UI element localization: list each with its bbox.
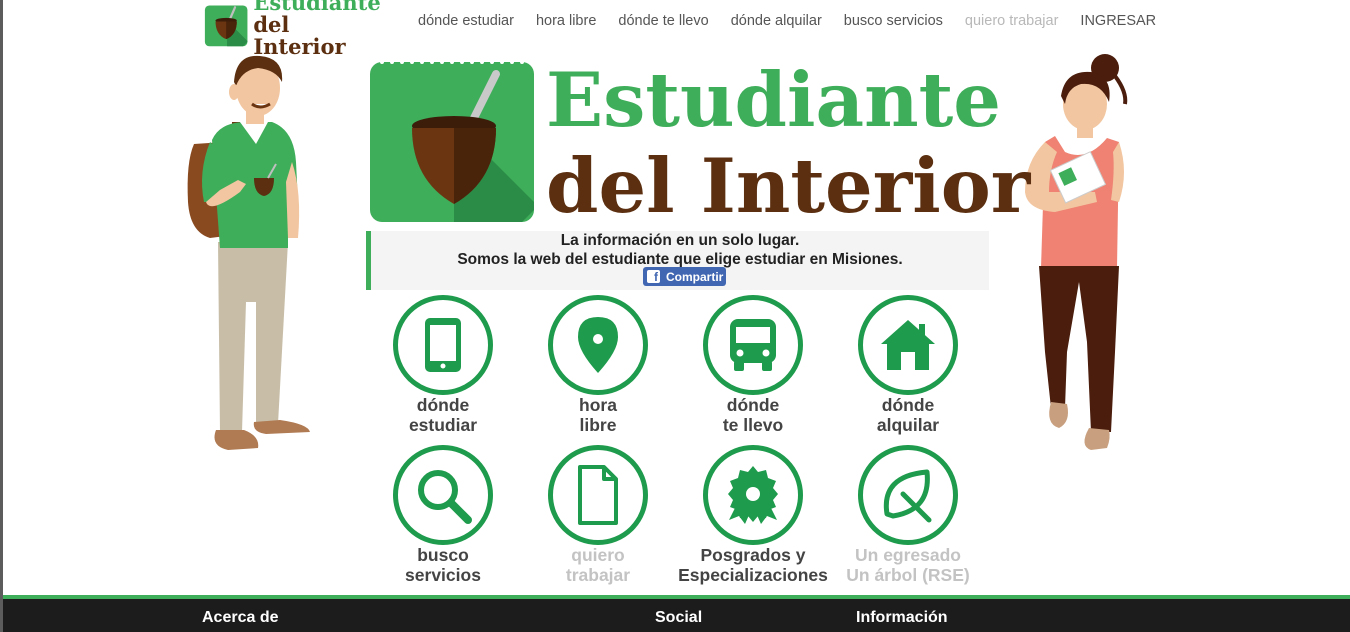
nav-link-donde-te-llevo[interactable]: dónde te llevo xyxy=(607,11,719,31)
tile-label: dónde alquilar xyxy=(876,395,940,435)
mate-logo-icon xyxy=(204,5,248,47)
tile-circle xyxy=(858,295,958,395)
nav-link-ingresar[interactable]: INGRESAR xyxy=(1069,11,1167,31)
female-student-illustration xyxy=(1025,54,1128,450)
top-navbar: Estudiante del Interior dónde estudiar h… xyxy=(0,0,1350,58)
footer: Acerca de Social Información xyxy=(3,599,1350,632)
nav-menu: dónde estudiar hora libre dónde te llevo… xyxy=(407,11,1167,31)
tile-label: quiero trabajar xyxy=(565,545,631,585)
tile-hora-libre[interactable]: hora libre xyxy=(518,295,678,445)
tile-busco-servicios[interactable]: busco servicios xyxy=(363,445,523,595)
tile-un-egresado-un-arbol[interactable]: Un egresado Un árbol (RSE) xyxy=(828,445,988,595)
nav-link-donde-estudiar[interactable]: dónde estudiar xyxy=(407,11,525,31)
tile-posgrados[interactable]: Posgrados y Especializaciones xyxy=(673,445,833,595)
facebook-icon: f xyxy=(647,270,660,284)
nav-link-quiero-trabajar[interactable]: quiero trabajar xyxy=(954,11,1070,31)
nav-logo[interactable]: Estudiante del Interior xyxy=(204,0,384,58)
award-badge-icon xyxy=(728,466,778,524)
male-student-illustration xyxy=(187,55,310,450)
tagline-box: La información en un solo lugar. Somos l… xyxy=(366,231,989,290)
tile-circle xyxy=(703,445,803,545)
tile-circle xyxy=(393,445,493,545)
nav-link-donde-alquilar[interactable]: dónde alquilar xyxy=(720,11,833,31)
tile-label: dónde estudiar xyxy=(408,395,478,435)
footer-about-heading: Acerca de xyxy=(202,609,279,626)
search-icon xyxy=(418,470,472,524)
tile-donde-estudiar[interactable]: dónde estudiar xyxy=(363,295,523,445)
tile-donde-te-llevo[interactable]: dónde te llevo xyxy=(673,295,833,445)
hero-title-line1: Estudiante xyxy=(546,56,1001,144)
tagline-line1: La información en un solo lugar. xyxy=(560,232,800,249)
tile-quiero-trabajar[interactable]: quiero trabajar xyxy=(518,445,678,595)
share-label: Compartir xyxy=(666,269,724,284)
left-edge-bar xyxy=(0,0,3,632)
nav-link-busco-servicios[interactable]: busco servicios xyxy=(833,11,954,31)
tile-circle xyxy=(703,295,803,395)
house-icon xyxy=(881,320,935,370)
map-pin-icon xyxy=(578,317,618,373)
footer-info-heading: Información xyxy=(856,609,948,626)
leaf-icon xyxy=(883,469,932,523)
tile-label: busco servicios xyxy=(405,545,481,585)
tile-circle xyxy=(548,295,648,395)
bus-icon xyxy=(730,319,776,371)
hero-mate-logo-icon xyxy=(370,60,534,222)
hero-title-line2: del Interior xyxy=(546,142,1031,230)
facebook-share-button[interactable]: f Compartir xyxy=(643,267,726,286)
tile-circle xyxy=(393,295,493,395)
nav-link-hora-libre[interactable]: hora libre xyxy=(525,11,607,31)
smartphone-icon xyxy=(425,318,461,372)
tile-circle xyxy=(548,445,648,545)
tile-label: dónde te llevo xyxy=(722,395,784,435)
document-icon xyxy=(578,465,618,525)
tile-donde-alquilar[interactable]: dónde alquilar xyxy=(828,295,988,445)
tile-label: Posgrados y Especializaciones xyxy=(678,545,828,585)
tile-circle xyxy=(858,445,958,545)
tile-label: Un egresado Un árbol (RSE) xyxy=(846,545,970,585)
tile-label: hora libre xyxy=(579,395,617,435)
footer-social-heading: Social xyxy=(655,609,703,626)
